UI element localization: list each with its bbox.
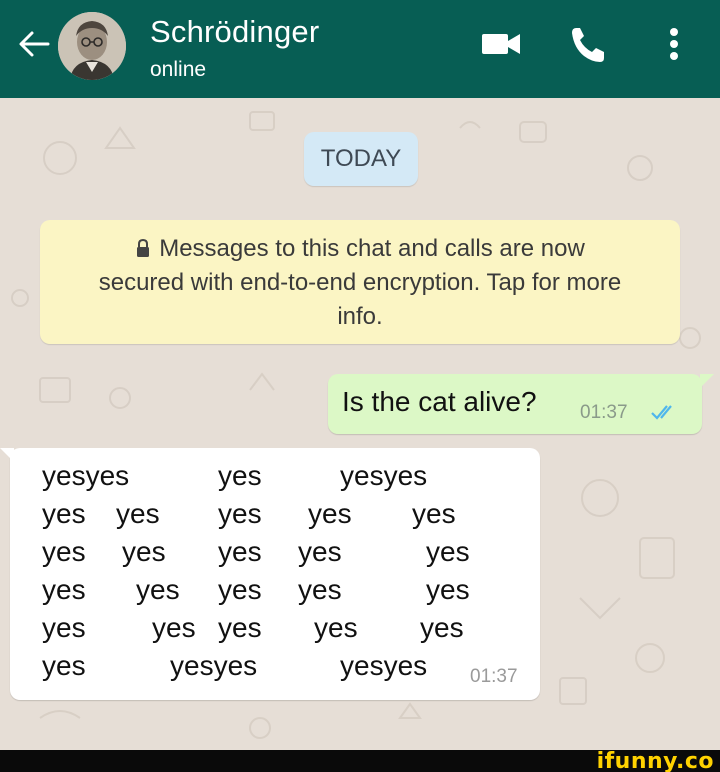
message-word: yes bbox=[218, 612, 262, 643]
bottom-bar: ifunny.co bbox=[0, 749, 720, 772]
message-word: yes bbox=[218, 536, 262, 567]
contact-status: online bbox=[150, 58, 207, 81]
message-word: yes bbox=[218, 498, 262, 529]
message-word: yes bbox=[218, 574, 262, 605]
message-word: yesyes bbox=[42, 460, 130, 491]
message-word: yes bbox=[426, 574, 470, 605]
incoming-message[interactable]: yesyes yes yesyes yes yes yes yes yes yes yes yes y… bbox=[0, 448, 540, 700]
message-word: yes bbox=[314, 612, 358, 643]
chat-header: Schrödinger online bbox=[0, 0, 720, 98]
message-word: yes bbox=[136, 574, 180, 605]
message-word: yes bbox=[298, 574, 342, 605]
message-word: yesyes bbox=[340, 650, 428, 681]
message-word: yes bbox=[308, 498, 352, 529]
message-word: yes bbox=[42, 612, 86, 643]
contact-name[interactable]: Schrödinger bbox=[150, 14, 319, 50]
message-word: yes bbox=[42, 536, 86, 567]
message-word: yes bbox=[412, 498, 456, 529]
bubble-tail bbox=[0, 448, 14, 462]
back-arrow-icon[interactable] bbox=[14, 24, 54, 64]
message-word: yes bbox=[218, 460, 262, 491]
more-vert-icon[interactable] bbox=[662, 22, 686, 66]
date-chip: TODAY bbox=[304, 132, 418, 186]
encryption-notice-line1: Messages to this chat and calls are now bbox=[60, 232, 660, 266]
chat-area[interactable]: TODAY Messages to this chat and calls ar… bbox=[0, 98, 720, 750]
message-word: yesyes bbox=[340, 460, 428, 491]
bubble-tail bbox=[700, 374, 714, 388]
lock-icon bbox=[137, 238, 150, 257]
encryption-notice[interactable]: Messages to this chat and calls are now … bbox=[40, 220, 680, 344]
message-word: yes bbox=[298, 536, 342, 567]
message-word: yesyes bbox=[170, 650, 258, 681]
message-word: yes bbox=[122, 536, 166, 567]
encryption-notice-line3: info. bbox=[337, 303, 383, 330]
outgoing-message[interactable]: Is the cat alive? 01:37 bbox=[328, 374, 714, 434]
message-word: yes bbox=[116, 498, 160, 529]
avatar[interactable] bbox=[58, 12, 126, 80]
encryption-notice-line2: secured with end-to-end encryption. Tap … bbox=[98, 269, 622, 296]
message-word: yes bbox=[42, 650, 86, 681]
message-word: yes bbox=[420, 612, 464, 643]
message-time: 01:37 bbox=[470, 666, 518, 687]
message-word: yes bbox=[426, 536, 470, 567]
message-word: yes bbox=[42, 498, 86, 529]
message-word: yes bbox=[42, 574, 86, 605]
phone-icon[interactable] bbox=[566, 22, 610, 66]
message-text: Is the cat alive? bbox=[342, 386, 537, 417]
video-call-icon[interactable] bbox=[478, 22, 524, 66]
message-time: 01:37 bbox=[580, 402, 628, 423]
read-ticks-icon bbox=[651, 405, 672, 420]
watermark: ifunny.co bbox=[596, 749, 714, 772]
message-word: yes bbox=[152, 612, 196, 643]
